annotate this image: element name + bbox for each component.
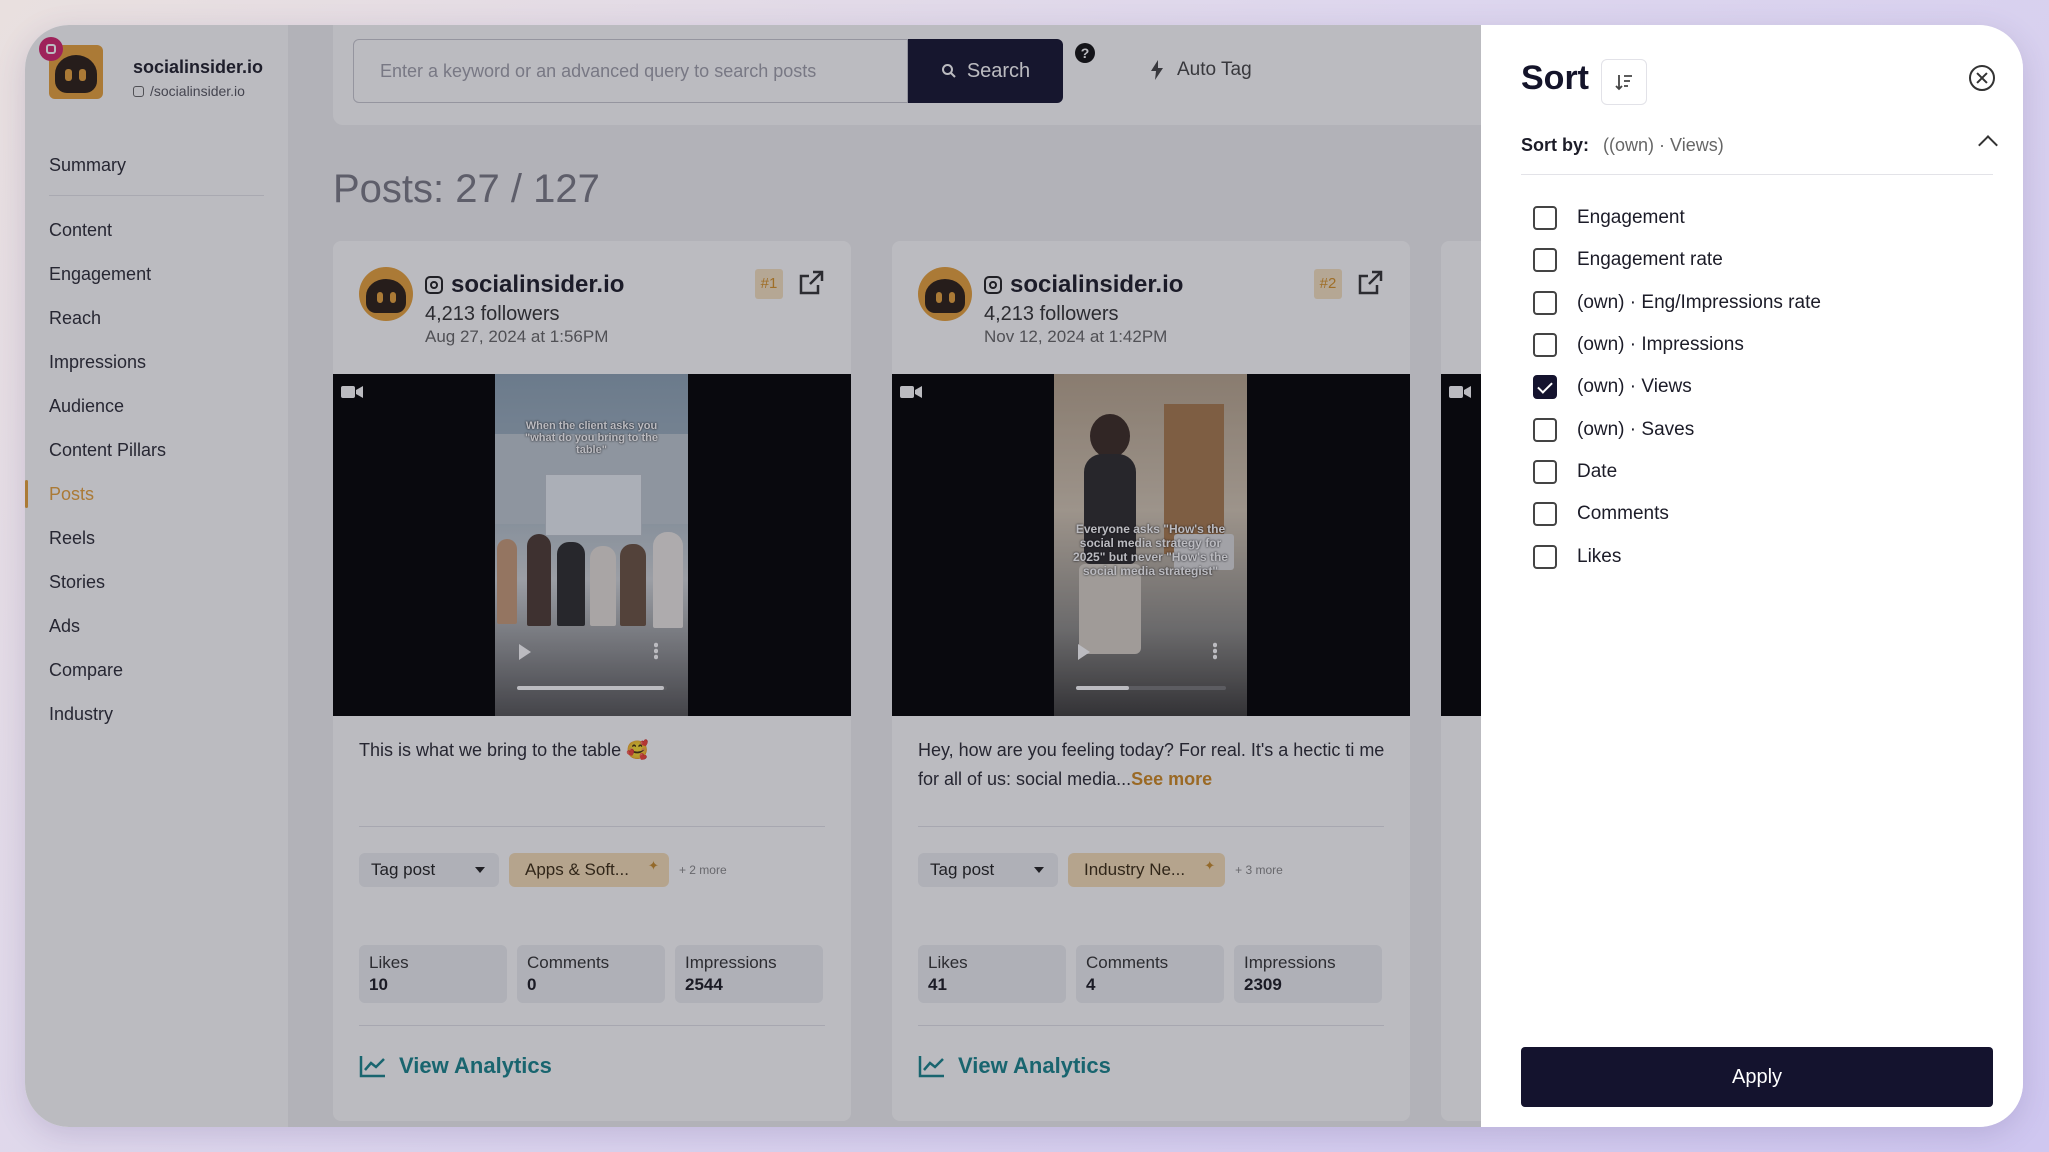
sort-option-checkbox[interactable] bbox=[1533, 417, 1557, 442]
apply-button[interactable]: Apply bbox=[1521, 1047, 1993, 1107]
sort-option-label: Engagement bbox=[1577, 207, 1685, 229]
sort-option[interactable]: (own) · Eng/Impressions rate bbox=[1533, 282, 1821, 324]
sort-option[interactable]: (own) · Saves bbox=[1533, 408, 1821, 450]
sort-options: Engagement Engagement rate (own) · Eng/Imp… bbox=[1533, 197, 1821, 578]
sort-option-checkbox[interactable] bbox=[1533, 502, 1557, 527]
sort-option-label: (own) · Eng/Impressions rate bbox=[1577, 291, 1821, 313]
sort-option-checkbox[interactable] bbox=[1533, 290, 1557, 315]
panel-title: Sort bbox=[1521, 59, 1589, 97]
sort-option-checkbox[interactable] bbox=[1533, 206, 1557, 231]
sort-option[interactable]: Comments bbox=[1533, 493, 1821, 535]
sort-option-checkbox[interactable] bbox=[1533, 375, 1557, 400]
sort-option[interactable]: Engagement bbox=[1533, 197, 1821, 239]
sort-option[interactable]: (own) · Impressions bbox=[1533, 324, 1821, 366]
sort-option[interactable]: Likes bbox=[1533, 535, 1821, 577]
modal-backdrop[interactable] bbox=[25, 25, 1481, 1127]
sort-option-label: Likes bbox=[1577, 545, 1622, 567]
sort-option-label: Comments bbox=[1577, 503, 1669, 525]
sort-option[interactable]: Date bbox=[1533, 451, 1821, 493]
panel-divider bbox=[1521, 174, 1993, 175]
sort-option-label: (own) · Impressions bbox=[1577, 334, 1744, 356]
sort-panel: Sort Sort by: ((own) · Views) Engagement E… bbox=[1481, 25, 2023, 1127]
sort-option-label: (own) · Views bbox=[1577, 376, 1692, 398]
sort-option-label: Engagement rate bbox=[1577, 249, 1723, 271]
sort-option-checkbox[interactable] bbox=[1533, 459, 1557, 484]
chevron-up-icon[interactable] bbox=[1978, 135, 1998, 155]
app-window: socialinsider.io /socialinsider.io Summa… bbox=[25, 25, 2023, 1127]
sort-by-summary[interactable]: Sort by: ((own) · Views) bbox=[1521, 135, 1724, 156]
sort-option-label: Date bbox=[1577, 460, 1618, 482]
sort-option-label: (own) · Saves bbox=[1577, 418, 1695, 440]
sort-option[interactable]: (own) · Views bbox=[1533, 366, 1821, 408]
close-icon[interactable] bbox=[1969, 65, 1995, 91]
sort-by-label: Sort by: bbox=[1521, 135, 1590, 155]
sort-by-value: ((own) · Views) bbox=[1603, 135, 1724, 155]
sort-icon bbox=[1601, 59, 1647, 105]
sort-option[interactable]: Engagement rate bbox=[1533, 239, 1821, 281]
sort-option-checkbox[interactable] bbox=[1533, 333, 1557, 358]
sort-option-checkbox[interactable] bbox=[1533, 544, 1557, 569]
sort-option-checkbox[interactable] bbox=[1533, 248, 1557, 273]
